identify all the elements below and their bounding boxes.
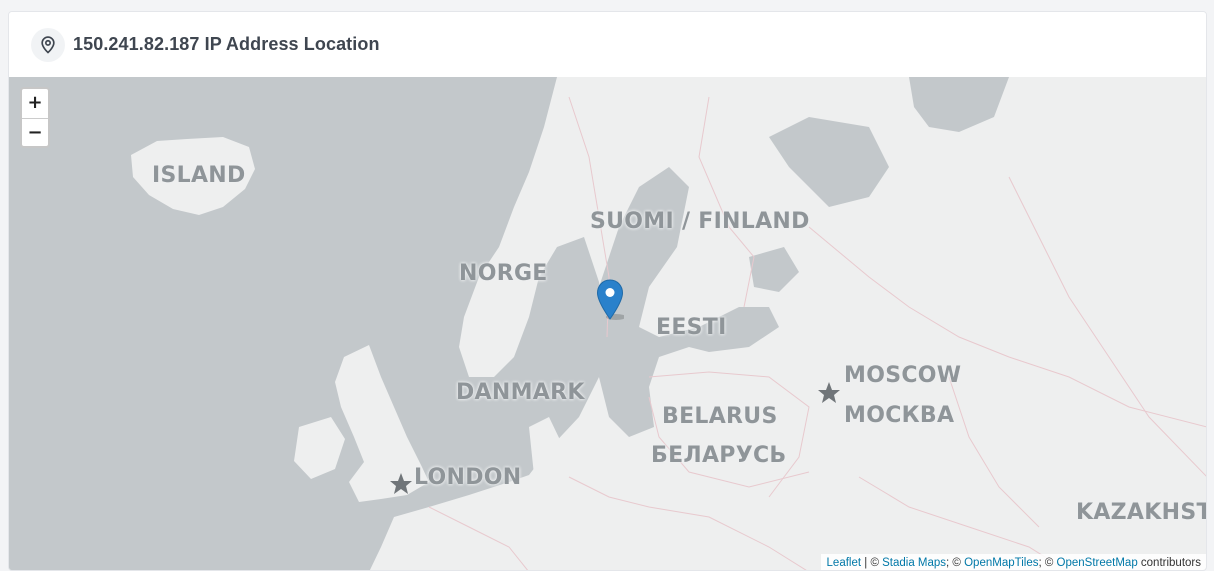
attrib-suffix: contributors — [1137, 557, 1201, 569]
map-marker-icon[interactable] — [596, 279, 626, 326]
label-belarus: BELARUS — [662, 404, 778, 429]
label-estonia: EESTI — [656, 315, 727, 340]
openmaptiles-link[interactable]: OpenMapTiles — [964, 557, 1038, 569]
label-norway: NORGE — [459, 261, 548, 286]
leaflet-link[interactable]: Leaflet — [827, 557, 862, 569]
card-header: 150.241.82.187 IP Address Location — [9, 12, 1206, 77]
ip-location-card: 150.241.82.187 IP Address Location ISLAN… — [8, 11, 1207, 571]
label-finland: SUOMI / FINLAND — [590, 209, 810, 234]
label-moscow: MOSCOW — [844, 363, 962, 388]
label-london: LONDON — [414, 465, 522, 490]
zoom-out-button[interactable]: − — [22, 119, 48, 146]
stadia-maps-link[interactable]: Stadia Maps — [882, 557, 946, 569]
label-moscow-cyrillic: МОСКВА — [844, 403, 955, 428]
attrib-sep-2: ; © — [946, 557, 965, 569]
zoom-in-button[interactable]: + — [22, 89, 48, 119]
map-attribution: Leaflet | © Stadia Maps; © OpenMapTiles;… — [820, 554, 1206, 570]
label-denmark: DANMARK — [456, 380, 585, 405]
location-pin-icon — [31, 27, 65, 62]
zoom-control: + − — [20, 87, 50, 148]
page-title: 150.241.82.187 IP Address Location — [73, 34, 380, 54]
label-kazakhstan: KAZAKHST — [1076, 500, 1207, 525]
label-belarus-cyrillic: БЕЛАРУСЬ — [651, 443, 787, 468]
attrib-sep-1: | © — [861, 557, 883, 569]
label-iceland: ISLAND — [152, 163, 246, 188]
map-view[interactable]: ISLAND SUOMI / FINLAND NORGE EESTI DANMA… — [9, 77, 1207, 570]
attrib-sep-3: ; © — [1038, 557, 1057, 569]
openstreetmap-link[interactable]: OpenStreetMap — [1057, 557, 1138, 569]
